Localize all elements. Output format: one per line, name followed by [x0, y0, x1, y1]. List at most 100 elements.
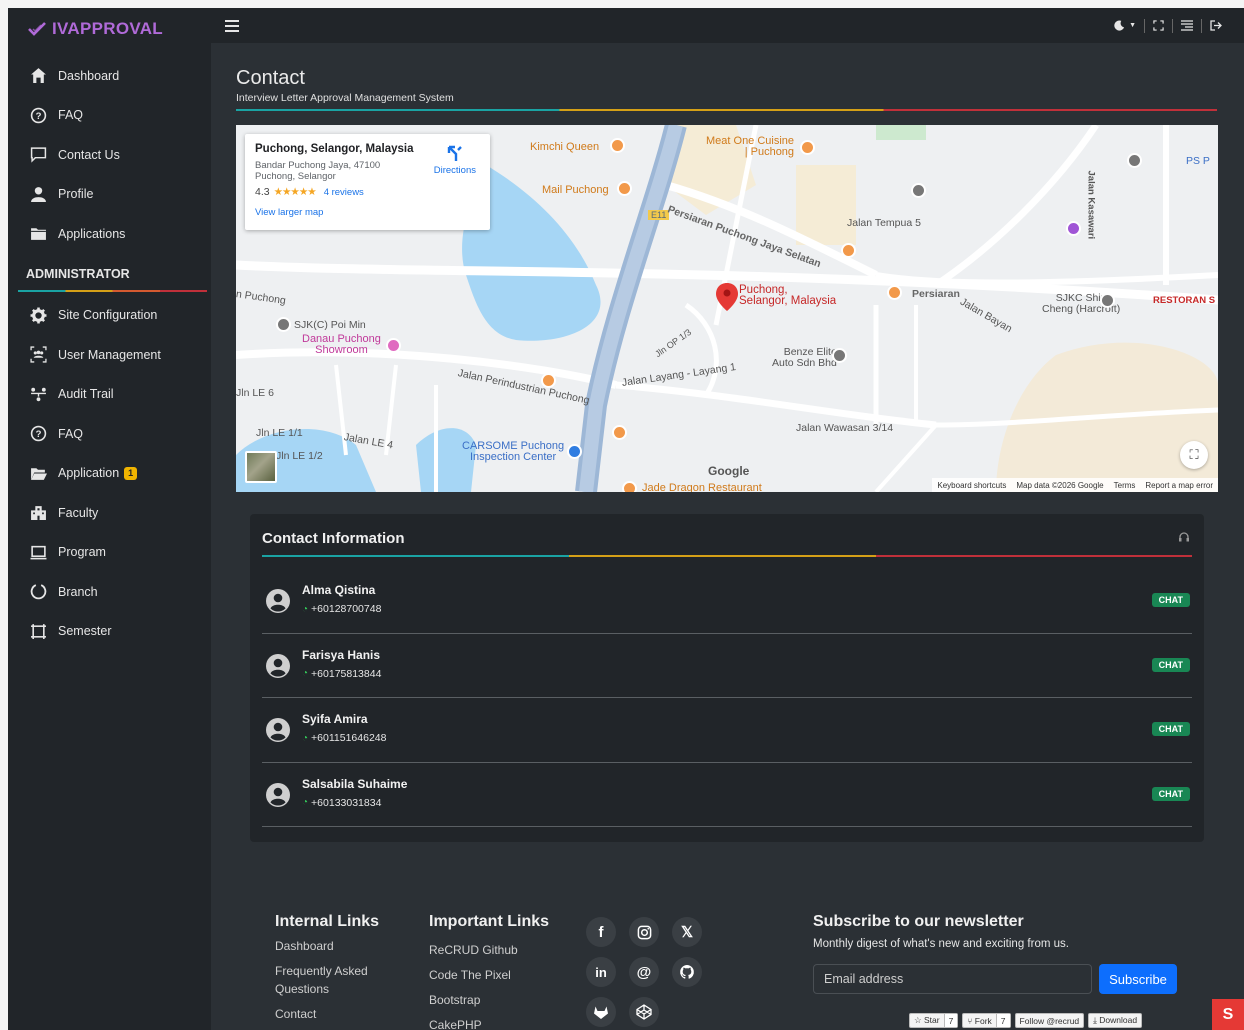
keyboard-shortcuts-link[interactable]: Keyboard shortcuts	[937, 481, 1006, 490]
threads-icon[interactable]: @	[629, 957, 659, 987]
map-label: Meat One Cuisine | Puchong	[706, 135, 795, 158]
directions-label: Directions	[433, 165, 476, 176]
x-icon[interactable]: 𝕏	[672, 917, 702, 947]
question-icon: ?	[28, 106, 48, 124]
footer-link-contact[interactable]: Contact	[275, 1005, 405, 1023]
building-icon	[28, 504, 48, 522]
brand-logo[interactable]: IVAPPROVAL	[8, 8, 211, 50]
contact-phone: ◔ +60133031834	[302, 796, 382, 809]
facebook-icon[interactable]: f	[586, 917, 616, 947]
chat-icon	[28, 146, 48, 164]
instagram-icon[interactable]	[629, 917, 659, 947]
svg-text:?: ?	[35, 111, 41, 122]
notification-badge: 1	[124, 466, 138, 480]
github-follow-button[interactable]: Follow @recrud	[1014, 1013, 1085, 1028]
footer-link-code-the-pixel[interactable]: Code The Pixel	[429, 962, 569, 987]
github-fork-button[interactable]: ⑂ Fork 7	[962, 1013, 1011, 1028]
chat-button[interactable]: CHAT	[1151, 593, 1190, 607]
sidebar-item-branch[interactable]: Branch	[8, 572, 211, 612]
chat-button[interactable]: CHAT	[1151, 657, 1190, 672]
footer-link-dashboard[interactable]: Dashboard	[275, 937, 405, 955]
sidebar-item-faq-admin[interactable]: ? FAQ	[8, 414, 211, 454]
terms-link[interactable]: Terms	[1114, 481, 1136, 490]
whatsapp-icon: ◔	[302, 797, 309, 808]
map-fullscreen-button[interactable]: ⛶	[1180, 441, 1208, 469]
card-divider	[262, 555, 1192, 557]
github-download-button[interactable]: ⤓ Download	[1088, 1013, 1143, 1028]
map-label: Persiaran	[912, 288, 960, 300]
hamburger-menu-icon[interactable]	[225, 19, 239, 32]
page-subtitle: Interview Letter Approval Management Sys…	[236, 92, 454, 104]
check-icon	[28, 22, 46, 36]
chat-button[interactable]: CHAT	[1151, 786, 1190, 801]
map-attribution: Keyboard shortcuts Map data ©2026 Google…	[932, 478, 1218, 492]
map-label: Jalan Kasawari	[1085, 170, 1097, 240]
sidebar-item-site-configuration[interactable]: Site Configuration	[8, 296, 211, 336]
google-logo: Google	[708, 464, 750, 478]
contact-information-card: Contact Information Alma Qistina ◔ +60128…	[250, 514, 1204, 842]
directions-button[interactable]: Directions	[434, 144, 476, 176]
top-navbar: ▼	[211, 8, 1244, 43]
map-label: Jln LE 1/2	[276, 450, 323, 462]
home-icon	[28, 67, 48, 85]
gitlab-icon[interactable]	[586, 997, 616, 1027]
embedded-map[interactable]: Kimchi Queen Meat One Cuisine | Puchong M…	[236, 125, 1218, 492]
sidebar-item-profile[interactable]: Profile	[8, 175, 211, 215]
logout-icon[interactable]	[1202, 19, 1230, 33]
codepen-icon[interactable]	[629, 997, 659, 1027]
footer-link-faq[interactable]: Frequently Asked Questions	[275, 962, 405, 998]
users-icon	[28, 346, 48, 364]
sidebar-item-faq[interactable]: ? FAQ	[8, 96, 211, 136]
contact-row: Salsabila Suhaime ◔ +60133031834 CHAT	[262, 763, 1192, 827]
reviews-link[interactable]: 4 reviews	[324, 187, 364, 198]
whatsapp-icon: ◔	[302, 668, 309, 679]
sidebar-item-contact-us[interactable]: Contact Us	[8, 135, 211, 175]
sidebar-item-audit-trail[interactable]: Audit Trail	[8, 375, 211, 415]
linkedin-icon[interactable]: in	[586, 957, 616, 987]
whatsapp-icon: ◔	[302, 603, 309, 615]
footer-heading: Internal Links	[275, 913, 380, 930]
map-pin-label: Puchong, Selangor, Malaysia	[739, 284, 837, 307]
report-map-error-link[interactable]: Report a map error	[1145, 481, 1213, 490]
sidebar-item-faculty[interactable]: Faculty	[8, 493, 211, 533]
map-label: Jade Dragon Restaurant	[642, 482, 762, 492]
frame-icon	[28, 622, 48, 640]
map-label: RESTORAN S	[1153, 295, 1216, 306]
sidebar-item-applications[interactable]: Applications	[8, 214, 211, 254]
map-label: Kimchi Queen	[530, 141, 600, 153]
sidebar-item-application[interactable]: Application 1	[8, 454, 211, 494]
map-label: Danau Puchong Showroom	[302, 333, 381, 356]
user-icon	[28, 185, 48, 203]
github-icon[interactable]	[672, 957, 702, 987]
chat-button[interactable]: CHAT	[1151, 722, 1190, 736]
corner-brand-icon[interactable]: S	[1212, 999, 1244, 1030]
headset-icon	[1178, 531, 1190, 543]
map-label: Mail Puchong	[542, 184, 609, 196]
footer-link-bootstrap[interactable]: Bootstrap	[429, 987, 569, 1012]
sidebar-item-label: Applications	[58, 226, 126, 241]
expand-icon: ⛶	[1189, 447, 1199, 462]
map-layer-toggle[interactable]	[245, 451, 277, 483]
rating-value: 4.3	[255, 186, 270, 198]
subscribe-button[interactable]: Subscribe	[1099, 964, 1177, 994]
sidebar-item-dashboard[interactable]: Dashboard	[8, 56, 211, 96]
brand-name: IVAPPROVAL	[52, 19, 163, 38]
sidebar-item-semester[interactable]: Semester	[8, 612, 211, 652]
github-star-button[interactable]: ☆ Star 7	[909, 1013, 959, 1028]
map-label: Jln LE 1/1	[256, 427, 303, 439]
rating-row: 4.3 ★★★★★ 4 reviews	[255, 186, 480, 198]
sidebar-item-user-management[interactable]: User Management	[8, 335, 211, 375]
footer-link-cakephp[interactable]: CakePHP	[429, 1012, 569, 1030]
list-menu-icon[interactable]	[1173, 19, 1201, 33]
email-input[interactable]	[813, 964, 1092, 994]
sidebar-item-program[interactable]: Program	[8, 533, 211, 573]
social-links: f 𝕏 in @	[586, 917, 716, 1027]
view-larger-map-link[interactable]: View larger map	[255, 207, 480, 218]
avatar-icon	[266, 782, 290, 807]
footer-link-recrud-github[interactable]: ReCRUD Github	[429, 937, 569, 962]
theme-toggle-moon-icon[interactable]: ▼	[1106, 19, 1144, 33]
footer-heading: Important Links	[429, 913, 550, 930]
fullscreen-icon[interactable]	[1145, 19, 1172, 33]
gear-icon	[28, 306, 48, 324]
sidebar-item-label: Branch	[58, 584, 98, 599]
